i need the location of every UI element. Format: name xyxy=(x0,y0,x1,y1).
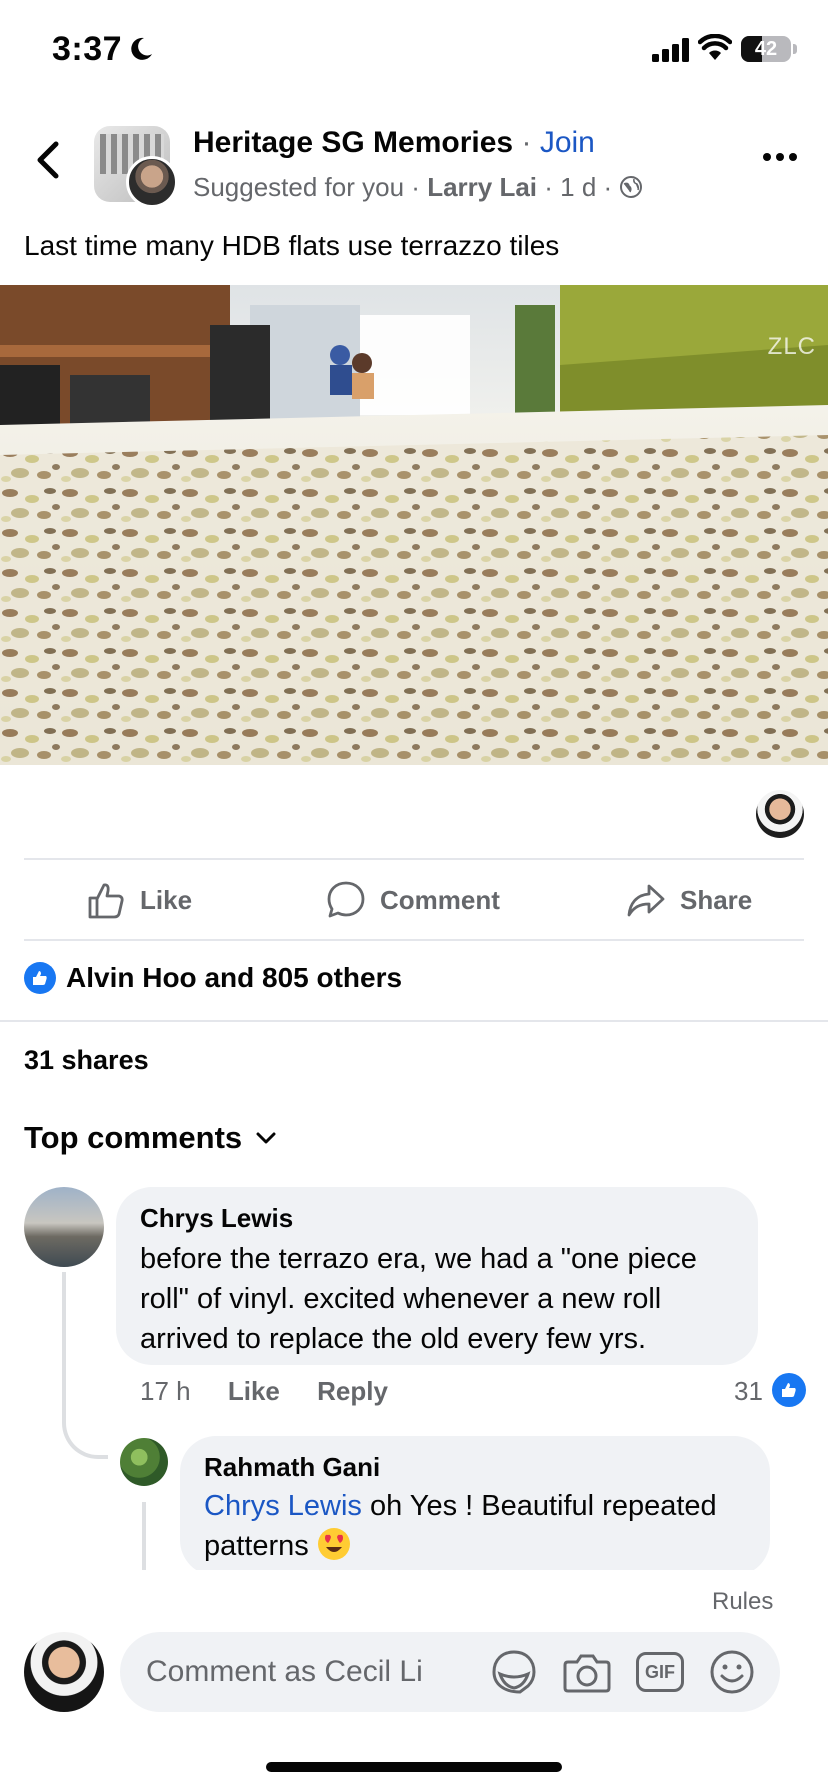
like-label: Like xyxy=(140,884,193,915)
reply-bubble: Rahmath Gani Chrys Lewis oh Yes ! Beauti… xyxy=(180,1436,770,1576)
title-separator: · xyxy=(521,126,532,159)
reactions-text: Alvin Hoo and 805 others xyxy=(66,962,403,993)
author-avatar[interactable] xyxy=(126,156,178,208)
status-bar: 3:37 42 xyxy=(0,0,828,100)
rules-link[interactable]: Rules xyxy=(712,1588,773,1616)
reactions-summary[interactable]: Alvin Hoo and 805 others xyxy=(24,962,402,994)
reply-mention[interactable]: Chrys Lewis xyxy=(204,1490,362,1522)
suggested-label: Suggested for you xyxy=(193,172,405,202)
top-comments-dropdown[interactable]: Top comments xyxy=(24,1120,276,1156)
comment-like-count[interactable]: 31 xyxy=(734,1376,763,1407)
globe-icon xyxy=(620,176,643,198)
share-icon xyxy=(627,884,665,917)
divider xyxy=(24,858,804,860)
emoji-icon[interactable] xyxy=(708,1648,756,1696)
join-button[interactable]: Join xyxy=(540,126,595,159)
like-button[interactable]: Like xyxy=(86,878,192,922)
meta-separator: · xyxy=(411,172,420,202)
heart-eyes-emoji-icon xyxy=(317,1528,350,1560)
thread-line xyxy=(62,1272,66,1390)
meta-separator: · xyxy=(603,172,613,202)
comment-label: Comment xyxy=(380,884,500,915)
comment-like-button[interactable]: Like xyxy=(228,1376,280,1406)
comment-reply-button[interactable]: Reply xyxy=(317,1376,388,1406)
reply-author[interactable]: Rahmath Gani xyxy=(204,1452,380,1483)
comment-author[interactable]: Chrys Lewis xyxy=(140,1203,293,1234)
group-name-link[interactable]: Heritage SG Memories xyxy=(193,126,513,159)
comment-avatar[interactable] xyxy=(24,1187,104,1267)
signal-icon xyxy=(652,38,689,62)
battery-icon: 42 xyxy=(741,36,791,62)
divider xyxy=(0,1020,828,1022)
status-time: 3:37 xyxy=(52,30,123,68)
gif-label: GIF xyxy=(645,1661,675,1682)
like-reaction-icon xyxy=(24,962,56,994)
comment-bubble: Chrys Lewis before the terrazo era, we h… xyxy=(116,1187,758,1365)
like-icon xyxy=(88,883,124,919)
photo-watermark: ZLC xyxy=(767,333,816,360)
reply-avatar[interactable] xyxy=(120,1438,168,1486)
thread-connector xyxy=(62,1385,108,1459)
comment-icon xyxy=(327,881,365,918)
post-text: Last time many HDB flats use terrazzo ti… xyxy=(24,230,560,261)
comment-like-badge-icon xyxy=(772,1373,806,1407)
reply-text-line2: patterns xyxy=(204,1530,309,1562)
shares-count[interactable]: 31 shares xyxy=(24,1045,149,1076)
meta-separator: · xyxy=(544,172,553,202)
share-button[interactable]: Share xyxy=(626,878,752,922)
post-meta: Suggested for you · Larry Lai · 1 d · xyxy=(193,172,643,203)
home-indicator[interactable] xyxy=(266,1762,562,1772)
viewer-avatar[interactable] xyxy=(756,790,804,838)
terrazzo-floor-image xyxy=(0,285,828,765)
camera-icon[interactable] xyxy=(562,1648,612,1696)
sticker-icon[interactable] xyxy=(490,1648,538,1696)
wifi-icon xyxy=(698,34,732,60)
reply-thread-line xyxy=(142,1502,146,1572)
group-title: Heritage SG Memories · Join xyxy=(193,126,595,160)
top-comments-label: Top comments xyxy=(24,1120,243,1155)
gif-icon[interactable]: GIF xyxy=(636,1652,684,1692)
more-icon[interactable] xyxy=(762,150,798,164)
battery-nub xyxy=(793,44,797,54)
comment-time: 17 h xyxy=(140,1376,191,1406)
back-icon[interactable] xyxy=(30,138,66,182)
comment-button[interactable]: Comment xyxy=(326,878,500,922)
comment-text: before the terrazo era, we had a "one pi… xyxy=(140,1243,697,1355)
chevron-down-icon xyxy=(256,1132,276,1144)
comment-meta: 17 h Like Reply xyxy=(140,1376,388,1407)
moon-icon xyxy=(131,37,152,60)
author-name-link[interactable]: Larry Lai xyxy=(427,172,537,202)
reply-text: Chrys Lewis oh Yes ! Beautiful repeated … xyxy=(204,1486,764,1566)
post-photo[interactable]: ZLC xyxy=(0,285,828,765)
battery-level: 42 xyxy=(754,38,778,60)
post-time[interactable]: 1 d xyxy=(560,172,596,202)
my-avatar xyxy=(24,1632,104,1712)
reply-text-line1: oh Yes ! Beautiful repeated xyxy=(370,1490,717,1522)
share-label: Share xyxy=(680,884,753,915)
divider xyxy=(24,939,804,941)
